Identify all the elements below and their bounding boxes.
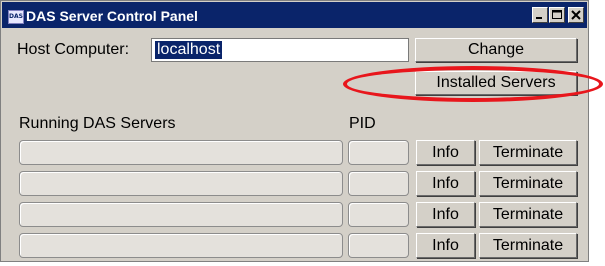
window-title: DAS Server Control Panel [26,8,198,24]
terminate-button[interactable]: Terminate [479,140,577,165]
maximize-button[interactable] [549,7,565,23]
das-app-icon: DAS [8,10,24,24]
info-button[interactable]: Info [416,202,475,227]
host-computer-label: Host Computer: [17,41,130,58]
close-button[interactable] [568,7,584,23]
running-servers-header: Running DAS Servers [19,115,176,132]
terminate-button[interactable]: Terminate [479,202,577,227]
info-button[interactable]: Info [416,140,475,165]
pid-header: PID [349,115,376,132]
server-name-field [19,171,343,196]
pid-field [348,171,409,196]
das-server-control-panel-window: DAS DAS Server Control Panel Host Comput… [0,0,589,262]
minimize-button[interactable] [532,7,548,23]
title-bar[interactable]: DAS DAS Server Control Panel [2,2,587,28]
terminate-button[interactable]: Terminate [479,233,577,258]
server-name-field [19,202,343,227]
pid-field [348,233,409,258]
terminate-button[interactable]: Terminate [479,171,577,196]
info-button[interactable]: Info [416,233,475,258]
info-button[interactable]: Info [416,171,475,196]
change-button[interactable]: Change [415,38,577,62]
host-computer-input[interactable]: localhost [151,38,409,62]
pid-field [348,202,409,227]
server-name-field [19,140,343,165]
pid-field [348,140,409,165]
installed-servers-button[interactable]: Installed Servers [415,71,577,95]
close-icon [571,10,581,20]
host-computer-value: localhost [155,41,223,59]
maximize-icon [552,10,562,19]
minimize-icon [536,17,542,19]
server-name-field [19,233,343,258]
